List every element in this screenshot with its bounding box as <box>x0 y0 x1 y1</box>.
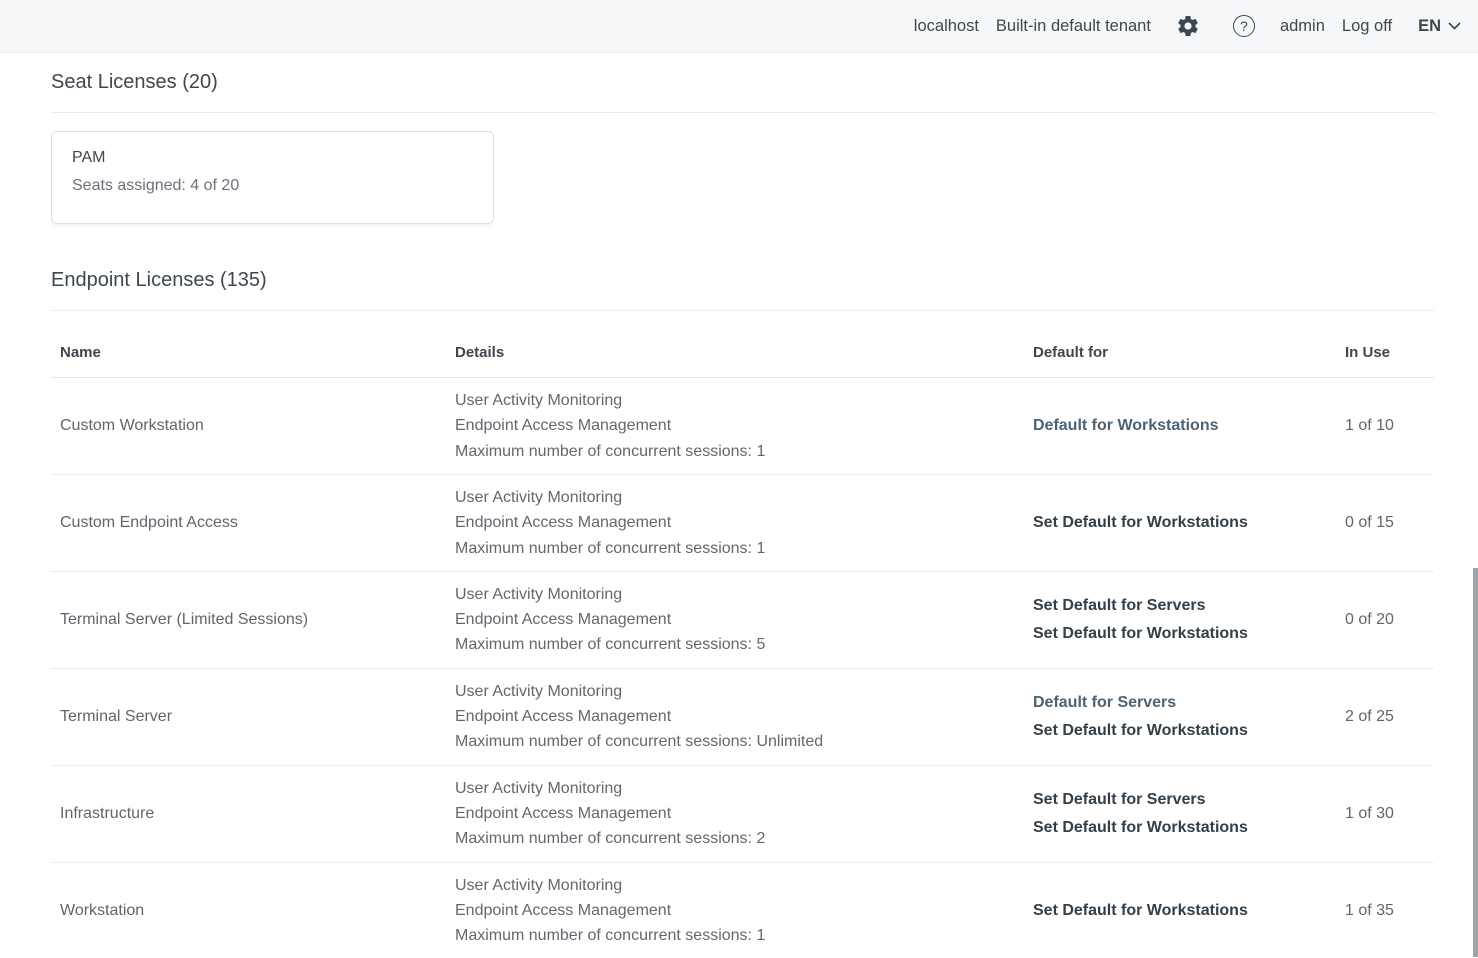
license-name: Custom Workstation <box>51 417 455 435</box>
detail-line: Endpoint Access Management <box>455 510 1033 535</box>
username-link[interactable]: admin <box>1280 17 1325 36</box>
in-use-value: 1 of 10 <box>1345 417 1434 435</box>
pam-seat-license-card: PAM Seats assigned: 4 of 20 <box>51 131 494 224</box>
license-name: Terminal Server <box>51 708 455 726</box>
license-name: Workstation <box>51 902 455 920</box>
detail-line: Maximum number of concurrent sessions: 1 <box>455 536 1033 561</box>
logoff-link[interactable]: Log off <box>1342 17 1392 36</box>
help-button[interactable]: ? <box>1233 15 1255 37</box>
default-for-cell: Set Default for Workstations <box>1033 509 1345 537</box>
default-for-cell: Set Default for Servers Set Default for … <box>1033 786 1345 842</box>
license-details: User Activity Monitoring Endpoint Access… <box>455 679 1033 755</box>
in-use-value: 2 of 25 <box>1345 708 1434 726</box>
in-use-value: 1 of 30 <box>1345 805 1434 823</box>
tenant-label: Built-in default tenant <box>996 17 1151 36</box>
section-divider <box>51 112 1434 113</box>
detail-line: Endpoint Access Management <box>455 413 1033 438</box>
license-details: User Activity Monitoring Endpoint Access… <box>455 873 1033 949</box>
license-name: Custom Endpoint Access <box>51 514 455 532</box>
license-name: Infrastructure <box>51 805 455 823</box>
table-row: Terminal Server (Limited Sessions) User … <box>51 571 1434 668</box>
detail-line: Endpoint Access Management <box>455 607 1033 632</box>
license-details: User Activity Monitoring Endpoint Access… <box>455 582 1033 658</box>
detail-line: Maximum number of concurrent sessions: 1 <box>455 439 1033 464</box>
chevron-down-icon <box>1448 22 1461 30</box>
vertical-scrollbar-thumb[interactable] <box>1473 568 1478 957</box>
detail-line: Maximum number of concurrent sessions: 2 <box>455 826 1033 851</box>
seats-assigned-text: Seats assigned: 4 of 20 <box>72 177 473 195</box>
seat-licenses-title: Seat Licenses (20) <box>51 53 1434 94</box>
set-default-workstations-link[interactable]: Set Default for Workstations <box>1033 717 1345 745</box>
license-details: User Activity Monitoring Endpoint Access… <box>455 776 1033 852</box>
hostname-label: localhost <box>914 17 979 36</box>
license-details: User Activity Monitoring Endpoint Access… <box>455 388 1033 464</box>
column-header-details: Details <box>455 344 1033 377</box>
detail-line: User Activity Monitoring <box>455 388 1033 413</box>
settings-button[interactable] <box>1176 14 1200 38</box>
table-header-row: Name Details Default for In Use <box>51 311 1434 378</box>
detail-line: Maximum number of concurrent sessions: U… <box>455 729 1033 754</box>
detail-line: User Activity Monitoring <box>455 776 1033 801</box>
default-status-label: Default for Workstations <box>1033 412 1345 440</box>
set-default-workstations-link[interactable]: Set Default for Workstations <box>1033 814 1345 842</box>
set-default-workstations-link[interactable]: Set Default for Workstations <box>1033 509 1345 537</box>
detail-line: Endpoint Access Management <box>455 704 1033 729</box>
license-name: Terminal Server (Limited Sessions) <box>51 611 455 629</box>
top-bar: localhost Built-in default tenant ? admi… <box>0 0 1478 53</box>
detail-line: User Activity Monitoring <box>455 485 1033 510</box>
column-header-name: Name <box>51 344 455 377</box>
language-label: EN <box>1418 17 1441 36</box>
detail-line: Maximum number of concurrent sessions: 1 <box>455 923 1033 948</box>
detail-line: Endpoint Access Management <box>455 801 1033 826</box>
license-page: Seat Licenses (20) PAM Seats assigned: 4… <box>0 53 1478 958</box>
default-for-cell: Default for Workstations <box>1033 412 1345 440</box>
endpoint-licenses-table: Name Details Default for In Use Custom W… <box>51 311 1434 958</box>
table-row: Workstation User Activity Monitoring End… <box>51 862 1434 958</box>
default-for-cell: Default for Servers Set Default for Work… <box>1033 689 1345 745</box>
in-use-value: 0 of 20 <box>1345 611 1434 629</box>
column-header-default-for: Default for <box>1033 344 1345 377</box>
in-use-value: 0 of 15 <box>1345 514 1434 532</box>
set-default-servers-link[interactable]: Set Default for Servers <box>1033 592 1345 620</box>
column-header-in-use: In Use <box>1345 344 1434 377</box>
table-row: Custom Endpoint Access User Activity Mon… <box>51 474 1434 571</box>
detail-line: Maximum number of concurrent sessions: 5 <box>455 632 1033 657</box>
default-for-cell: Set Default for Servers Set Default for … <box>1033 592 1345 648</box>
detail-line: User Activity Monitoring <box>455 873 1033 898</box>
table-row: Custom Workstation User Activity Monitor… <box>51 378 1434 474</box>
set-default-workstations-link[interactable]: Set Default for Workstations <box>1033 897 1345 925</box>
card-title: PAM <box>72 149 473 167</box>
detail-line: Endpoint Access Management <box>455 898 1033 923</box>
help-icon: ? <box>1233 15 1255 37</box>
license-details: User Activity Monitoring Endpoint Access… <box>455 485 1033 561</box>
language-selector[interactable]: EN <box>1418 17 1461 36</box>
gear-icon <box>1176 14 1200 38</box>
set-default-workstations-link[interactable]: Set Default for Workstations <box>1033 620 1345 648</box>
in-use-value: 1 of 35 <box>1345 902 1434 920</box>
endpoint-licenses-title: Endpoint Licenses (135) <box>51 268 1434 292</box>
table-row: Infrastructure User Activity Monitoring … <box>51 765 1434 862</box>
detail-line: User Activity Monitoring <box>455 582 1033 607</box>
set-default-servers-link[interactable]: Set Default for Servers <box>1033 786 1345 814</box>
detail-line: User Activity Monitoring <box>455 679 1033 704</box>
default-status-label: Default for Servers <box>1033 689 1345 717</box>
default-for-cell: Set Default for Workstations <box>1033 897 1345 925</box>
table-row: Terminal Server User Activity Monitoring… <box>51 668 1434 765</box>
